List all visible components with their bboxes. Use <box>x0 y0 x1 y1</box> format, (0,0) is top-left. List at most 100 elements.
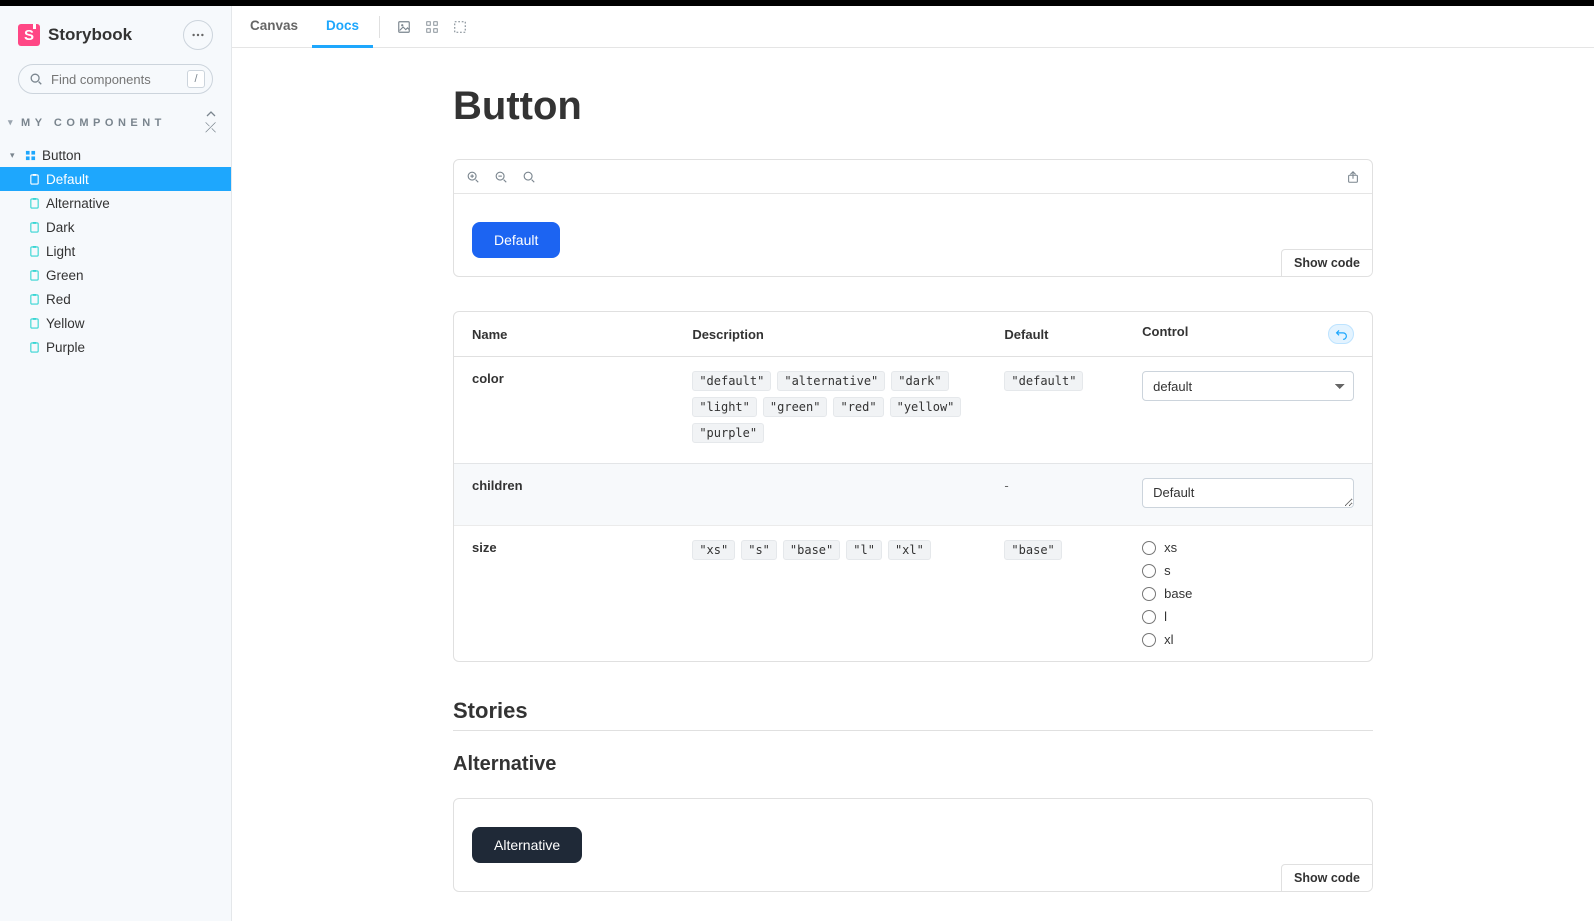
sidebar-story-purple[interactable]: Purple <box>0 335 231 359</box>
story-preview-alternative: Alternative Show code <box>453 798 1373 892</box>
radio-label: xs <box>1164 540 1177 555</box>
args-header-description: Description <box>674 312 986 357</box>
arg-types <box>674 463 986 525</box>
sidebar-story-label: Default <box>46 172 89 187</box>
search-container: / <box>18 64 213 94</box>
radio-option-l[interactable]: l <box>1142 609 1354 624</box>
type-chip: "red" <box>833 397 883 417</box>
arg-control <box>1124 463 1372 525</box>
type-chip: "yellow" <box>890 397 962 417</box>
toolbar-separator <box>379 16 380 38</box>
section-title[interactable]: ▾ MY COMPONENT <box>8 117 166 129</box>
preview-button-alt-label: Alternative <box>494 837 560 853</box>
zoom-reset-button[interactable] <box>522 170 536 184</box>
undo-icon <box>1335 328 1348 341</box>
component-tree: ▾ Button Default AlternativeDark Light Gree… <box>0 141 231 359</box>
tree-component-button[interactable]: ▾ Button <box>0 143 231 167</box>
zoom-reset-icon <box>522 170 536 184</box>
type-chip: "default" <box>1004 371 1083 391</box>
sidebar-story-light[interactable]: Light <box>0 239 231 263</box>
search-shortcut-badge: / <box>187 70 205 88</box>
story-icon <box>28 173 40 185</box>
storybook-logo-icon: S <box>18 24 40 46</box>
open-isolated-button[interactable] <box>1346 170 1360 184</box>
control-select-color[interactable]: defaultalternativedarklightgreenredyello… <box>1142 371 1354 401</box>
arg-default: - <box>986 463 1124 525</box>
sidebar-story-red[interactable]: Red <box>0 287 231 311</box>
sidebar-story-label: Green <box>46 268 84 283</box>
radio-option-xl[interactable]: xl <box>1142 632 1354 647</box>
tab-canvas-label: Canvas <box>250 18 298 33</box>
component-icon <box>24 149 36 161</box>
tree-component-label: Button <box>42 148 81 163</box>
args-header-control-label: Control <box>1142 324 1188 339</box>
type-chip: "base" <box>1004 540 1061 560</box>
type-chip: "light" <box>692 397 757 417</box>
arg-types: "xs""s""base""l""xl" <box>674 525 986 661</box>
tab-docs-label: Docs <box>326 18 359 33</box>
sidebar-story-default[interactable]: Default <box>0 167 231 191</box>
type-chip: "s" <box>741 540 777 560</box>
sidebar-story-green[interactable]: Green <box>0 263 231 287</box>
radio-input[interactable] <box>1142 541 1156 555</box>
preview-button-alternative[interactable]: Alternative <box>472 827 582 863</box>
type-chip: "dark" <box>891 371 948 391</box>
sidebar-story-alternative[interactable]: Alternative <box>0 191 231 215</box>
type-chip: "xs" <box>692 540 735 560</box>
section-title-label: MY COMPONENT <box>21 117 166 129</box>
sidebar-menu-button[interactable] <box>183 20 213 50</box>
stories-heading: Stories <box>453 698 1373 731</box>
brand-logo[interactable]: S Storybook <box>18 24 132 46</box>
story-icon <box>28 269 40 281</box>
arg-name: color <box>472 371 504 386</box>
zoom-in-button[interactable] <box>466 170 480 184</box>
arg-types: "default""alternative""dark""light""gree… <box>674 357 986 463</box>
radio-input[interactable] <box>1142 587 1156 601</box>
type-chip: "alternative" <box>777 371 885 391</box>
control-textarea-children[interactable] <box>1142 478 1354 508</box>
show-code-button[interactable]: Show code <box>1281 249 1372 276</box>
radio-label: base <box>1164 586 1192 601</box>
sidebar-story-dark[interactable]: Dark <box>0 215 231 239</box>
type-chip: "green" <box>763 397 828 417</box>
args-table: Name Description Default Control <box>453 311 1373 662</box>
zoom-out-icon <box>494 170 508 184</box>
radio-input[interactable] <box>1142 610 1156 624</box>
sidebar-story-label: Light <box>46 244 75 259</box>
show-code-button[interactable]: Show code <box>1281 864 1372 891</box>
search-icon <box>29 72 43 86</box>
radio-option-s[interactable]: s <box>1142 563 1354 578</box>
args-row-children: children- <box>454 463 1372 525</box>
outline-addon-button[interactable] <box>446 13 474 41</box>
show-code-label: Show code <box>1294 256 1360 270</box>
story-icon <box>28 245 40 257</box>
search-input[interactable] <box>18 64 213 94</box>
section-collapse-button[interactable]: ⤫ <box>205 108 217 137</box>
story-icon <box>28 293 40 305</box>
main: Canvas Docs Button <box>232 6 1594 921</box>
story-icon <box>28 197 40 209</box>
zoom-out-button[interactable] <box>494 170 508 184</box>
radio-input[interactable] <box>1142 564 1156 578</box>
image-icon <box>397 20 411 34</box>
docs-content[interactable]: Button <box>232 48 1594 921</box>
tab-docs[interactable]: Docs <box>312 6 373 48</box>
reset-controls-button[interactable] <box>1328 324 1354 344</box>
brand-name: Storybook <box>48 25 132 45</box>
radio-option-xs[interactable]: xs <box>1142 540 1354 555</box>
radio-input[interactable] <box>1142 633 1156 647</box>
ellipsis-icon <box>191 28 205 42</box>
sidebar-story-yellow[interactable]: Yellow <box>0 311 231 335</box>
story-icon <box>28 341 40 353</box>
tab-canvas[interactable]: Canvas <box>246 6 312 48</box>
story-heading-alternative: Alternative <box>453 753 1373 776</box>
toolbar: Canvas Docs <box>232 6 1594 48</box>
background-addon-button[interactable] <box>390 13 418 41</box>
radio-option-base[interactable]: base <box>1142 586 1354 601</box>
preview-button-default[interactable]: Default <box>472 222 560 258</box>
type-chip: "l" <box>846 540 882 560</box>
grid-icon <box>425 20 439 34</box>
story-icon <box>28 317 40 329</box>
primary-preview-card: Default Show code <box>453 159 1373 277</box>
grid-addon-button[interactable] <box>418 13 446 41</box>
